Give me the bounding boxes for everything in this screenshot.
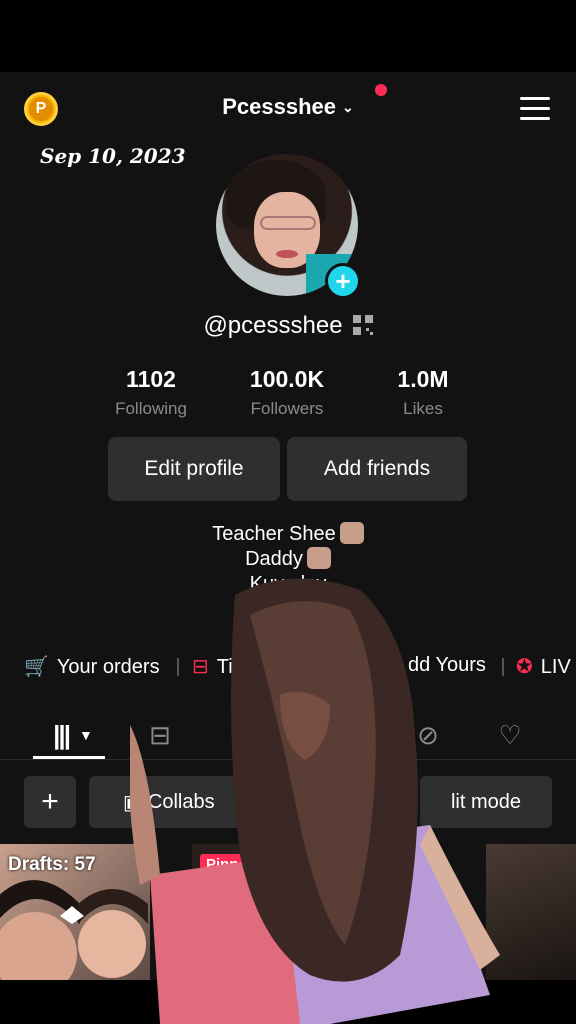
tab-shop[interactable]: ⊟ bbox=[140, 718, 180, 752]
private-icon: ⊘ bbox=[417, 719, 439, 750]
account-switcher[interactable]: Pcessshee ⌄ bbox=[0, 94, 576, 120]
edit-mode-button[interactable]: lit mode bbox=[420, 776, 552, 828]
active-tab-indicator bbox=[33, 756, 105, 759]
content-tabs: ||| ▼ ⊟ ⊘ ♡ bbox=[0, 712, 576, 760]
stat-likes[interactable]: 1.0M Likes bbox=[358, 366, 488, 419]
pinned-badge: Pinn bbox=[200, 854, 245, 875]
drafts-thumbnail[interactable]: Drafts: 57 bbox=[0, 844, 150, 980]
date-overlay-text: Sep 10, 2023 bbox=[40, 144, 186, 168]
grid-icon: ||| bbox=[53, 719, 71, 750]
add-story-button[interactable]: + bbox=[325, 263, 361, 299]
collabs-icon: ▣ bbox=[123, 791, 142, 814]
chevron-down-icon: ⌄ bbox=[342, 99, 354, 115]
bottom-black-bar bbox=[0, 980, 576, 1024]
collabs-button[interactable]: ▣ Collabs bbox=[89, 776, 249, 828]
profile-screen: P Pcessshee ⌄ Sep 10, 2023 + @pcessshee 1… bbox=[0, 72, 576, 980]
live-link[interactable]: ✪ LIV bbox=[516, 654, 571, 679]
tab-private[interactable]: ⊘ bbox=[408, 718, 448, 752]
top-black-bar bbox=[0, 0, 576, 72]
qr-code-icon[interactable] bbox=[352, 315, 373, 335]
add-yours-link[interactable]: dd Yours bbox=[408, 654, 486, 677]
liked-icon: ♡ bbox=[498, 719, 522, 750]
profile-bio: Teacher Shee Daddy Kuya lov Ate D Li bbox=[0, 522, 576, 647]
tab-videos-grid[interactable]: ||| ▼ bbox=[40, 718, 106, 752]
shop-link[interactable]: ⊟ Ti bbox=[192, 654, 233, 679]
live-icon: ✪ bbox=[516, 656, 533, 678]
pinned-video-thumbnail[interactable]: Pinn bbox=[192, 844, 384, 980]
add-friends-button[interactable]: Add friends bbox=[287, 437, 467, 501]
profile-stats: 1102 Following 100.0K Followers 1.0M Lik… bbox=[0, 366, 576, 426]
your-orders-link[interactable]: 🛒 Your orders bbox=[24, 654, 160, 679]
stat-following[interactable]: 1102 Following bbox=[86, 366, 216, 419]
profile-username: Pcessshee bbox=[222, 94, 337, 119]
add-button[interactable]: + bbox=[24, 776, 76, 828]
tab-liked[interactable]: ♡ bbox=[490, 718, 530, 752]
profile-handle: @pcessshee bbox=[0, 312, 576, 340]
hamburger-menu-icon[interactable] bbox=[520, 97, 550, 121]
shop-bag-icon: ⊟ bbox=[192, 656, 209, 678]
drafts-label: Drafts: 57 bbox=[8, 854, 96, 875]
edit-profile-button[interactable]: Edit profile bbox=[108, 437, 280, 501]
shop-icon: ⊟ bbox=[149, 719, 171, 750]
man-emoji-icon bbox=[306, 547, 331, 569]
cart-icon: 🛒 bbox=[24, 656, 49, 678]
video-thumbnail[interactable] bbox=[486, 844, 576, 980]
teacher-emoji-icon bbox=[339, 522, 364, 544]
caret-down-icon: ▼ bbox=[78, 727, 93, 743]
notification-dot bbox=[375, 84, 387, 96]
stat-followers[interactable]: 100.0K Followers bbox=[222, 366, 352, 419]
video-grid: Drafts: 57 Pinn bbox=[0, 844, 576, 980]
